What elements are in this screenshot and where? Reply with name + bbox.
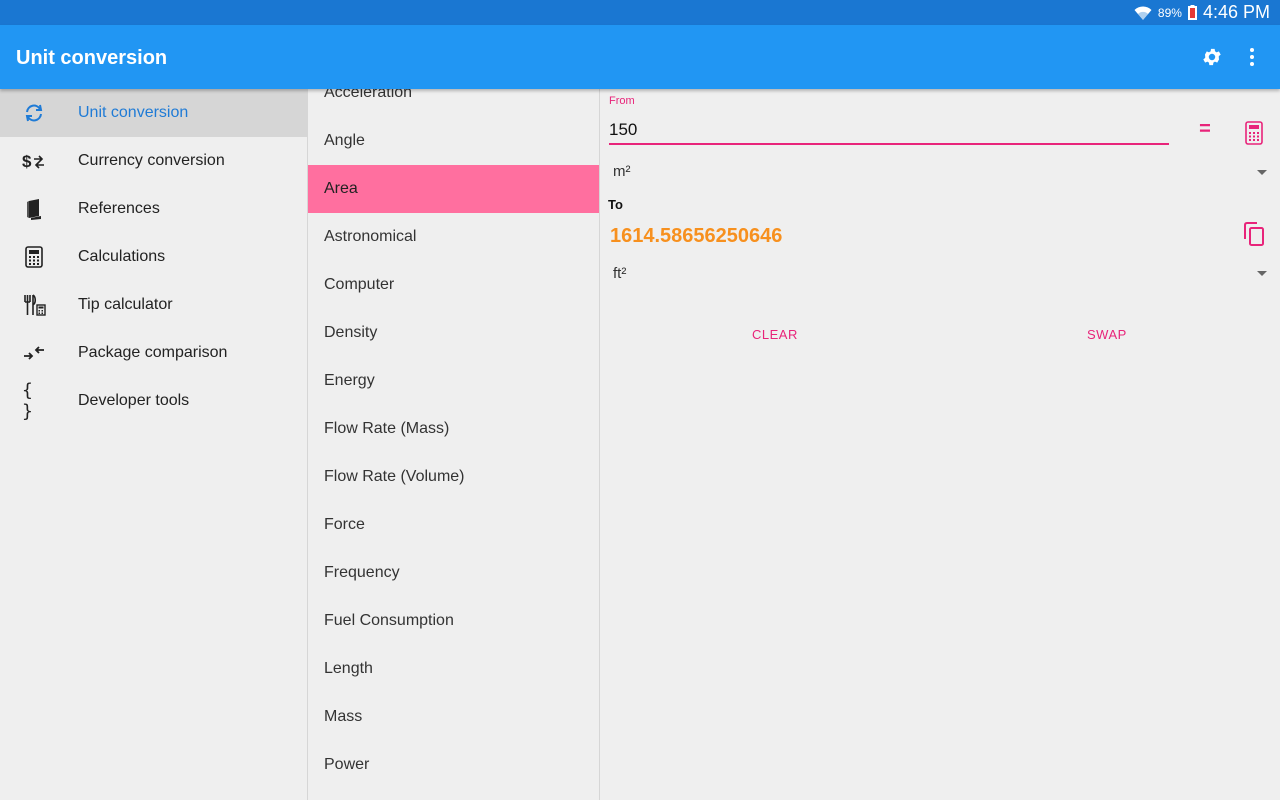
converter-panel: From = m² To 1614.58656250646 ft² CLEAR … — [600, 89, 1280, 800]
category-item-power[interactable]: Power — [308, 741, 599, 789]
clock: 4:46 PM — [1202, 2, 1270, 22]
more-vert-icon[interactable] — [1240, 45, 1264, 69]
nav-item-package-comparison[interactable]: Package comparison — [0, 329, 307, 377]
app-bar: Unit conversion — [0, 25, 1280, 89]
nav-item-label: Package comparison — [78, 344, 228, 361]
from-unit-select[interactable]: m² — [613, 163, 631, 180]
calculator-button[interactable] — [1242, 119, 1266, 147]
nav-item-currency-conversion[interactable]: $ Currency conversion — [0, 137, 307, 185]
book-icon — [22, 197, 46, 221]
swap-button[interactable]: SWAP — [1087, 327, 1127, 342]
to-unit-dropdown-arrow-icon[interactable] — [1257, 271, 1267, 276]
code-braces-icon: { } — [22, 380, 33, 422]
sync-icon — [22, 101, 46, 125]
battery-icon — [1187, 5, 1197, 20]
copy-button[interactable] — [1242, 221, 1266, 247]
category-item-length[interactable]: Length — [308, 645, 599, 693]
nav-item-label: Developer tools — [78, 392, 190, 409]
category-item-fuel-consumption[interactable]: Fuel Consumption — [308, 597, 599, 645]
from-unit-dropdown-arrow-icon[interactable] — [1257, 170, 1267, 175]
from-value-input[interactable] — [609, 117, 1169, 145]
nav-item-developer-tools[interactable]: { } Developer tools — [0, 377, 307, 425]
equals-icon[interactable]: = — [1197, 117, 1213, 141]
nav-item-label: Tip calculator — [78, 296, 173, 313]
to-label: To — [608, 197, 623, 212]
category-item-flow-rate-mass[interactable]: Flow Rate (Mass) — [308, 405, 599, 453]
calculator-icon — [22, 245, 46, 269]
nav-item-label: Currency conversion — [78, 152, 225, 169]
nav-drawer: Unit conversion $ Currency conversion Re… — [0, 89, 308, 800]
nav-item-references[interactable]: References — [0, 185, 307, 233]
category-item-acceleration[interactable]: Acceleration — [308, 89, 599, 117]
nav-item-label: References — [78, 200, 160, 217]
battery-percent: 89% — [1157, 5, 1182, 20]
settings-gear-icon[interactable] — [1200, 45, 1224, 69]
category-item-area[interactable]: Area — [308, 165, 599, 213]
svg-text:$: $ — [22, 152, 32, 171]
category-item-flow-rate-volume[interactable]: Flow Rate (Volume) — [308, 453, 599, 501]
nav-item-tip-calculator[interactable]: Tip calculator — [0, 281, 307, 329]
copy-icon — [1244, 222, 1264, 246]
result-value: 1614.58656250646 — [610, 225, 783, 247]
nav-item-unit-conversion[interactable]: Unit conversion — [0, 89, 307, 137]
nav-item-label: Calculations — [78, 248, 166, 265]
category-item-computer[interactable]: Computer — [308, 261, 599, 309]
category-item-energy[interactable]: Energy — [308, 357, 599, 405]
category-item-mass[interactable]: Mass — [308, 693, 599, 741]
compare-arrows-icon — [22, 341, 46, 365]
from-label: From — [609, 95, 635, 107]
category-item-frequency[interactable]: Frequency — [308, 549, 599, 597]
nav-item-label: Unit conversion — [78, 104, 189, 121]
wifi-icon — [1134, 5, 1152, 21]
currency-exchange-icon: $ — [22, 149, 46, 173]
status-bar: 89% 4:46 PM — [0, 0, 1280, 25]
nav-item-calculations[interactable]: Calculations — [0, 233, 307, 281]
app-title: Unit conversion — [16, 47, 168, 69]
clear-button[interactable]: CLEAR — [752, 327, 798, 342]
category-item-astronomical[interactable]: Astronomical — [308, 213, 599, 261]
category-item-density[interactable]: Density — [308, 309, 599, 357]
restaurant-calculator-icon — [22, 293, 46, 317]
category-item-angle[interactable]: Angle — [308, 117, 599, 165]
to-unit-select[interactable]: ft² — [613, 265, 626, 282]
category-list: Acceleration Angle Area Astronomical Com… — [308, 89, 600, 800]
calculator-icon — [1245, 121, 1263, 145]
category-item-force[interactable]: Force — [308, 501, 599, 549]
